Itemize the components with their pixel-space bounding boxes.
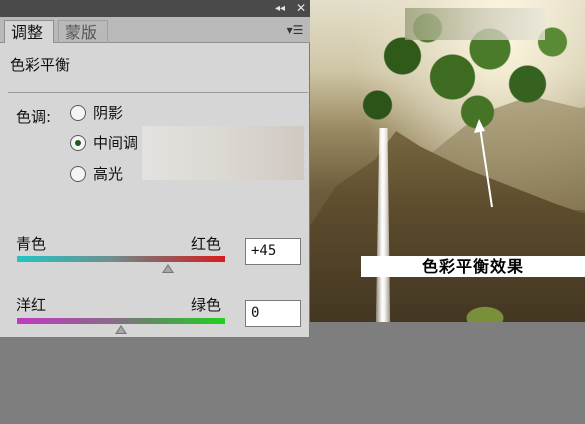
slider-thumb[interactable]	[115, 325, 127, 334]
slider-right-label: 红色	[191, 235, 222, 253]
blur-patch	[142, 126, 304, 180]
effect-caption: 色彩平衡效果	[361, 256, 585, 277]
tab-masks[interactable]: 蒙版	[58, 20, 108, 43]
slider-left-label: 洋红	[16, 296, 47, 314]
panel-tabbar: 调整 蒙版 ▾☰	[0, 17, 310, 43]
adjustments-panel: ◂◂ ✕ 调整 蒙版 ▾☰ 色彩平衡 色调: 阴影 中间调 高光 青色 红色 +…	[0, 0, 310, 337]
annotation-arrow	[474, 119, 493, 208]
panel-titlebar: ◂◂ ✕	[0, 0, 310, 17]
magenta-green-slider[interactable]	[17, 318, 225, 324]
tone-label: 色调:	[16, 108, 52, 126]
close-icon[interactable]: ✕	[294, 2, 308, 15]
tab-adjustments[interactable]: 调整	[4, 20, 54, 43]
radio-button[interactable]	[70, 105, 86, 121]
radio-button[interactable]	[70, 166, 86, 182]
radio-label: 高光	[93, 165, 124, 183]
cyan-red-value-input[interactable]: +45	[245, 238, 301, 265]
radio-label: 中间调	[93, 134, 139, 152]
collapse-panel-icon[interactable]: ◂◂	[272, 2, 288, 15]
slider-thumb[interactable]	[161, 264, 174, 273]
slider-left-label: 青色	[16, 235, 47, 253]
blur-patch-photo	[405, 8, 545, 40]
panel-menu-icon[interactable]: ▾☰	[284, 21, 306, 39]
panel-title: 色彩平衡	[10, 56, 71, 74]
radio-label: 阴影	[93, 104, 124, 122]
radio-button-checked[interactable]	[70, 135, 86, 151]
cyan-red-slider[interactable]	[17, 256, 225, 262]
slider-right-label: 绿色	[191, 296, 222, 314]
foliage-bottom	[455, 300, 515, 322]
divider	[8, 92, 308, 93]
magenta-green-value-input[interactable]: 0	[245, 300, 301, 327]
